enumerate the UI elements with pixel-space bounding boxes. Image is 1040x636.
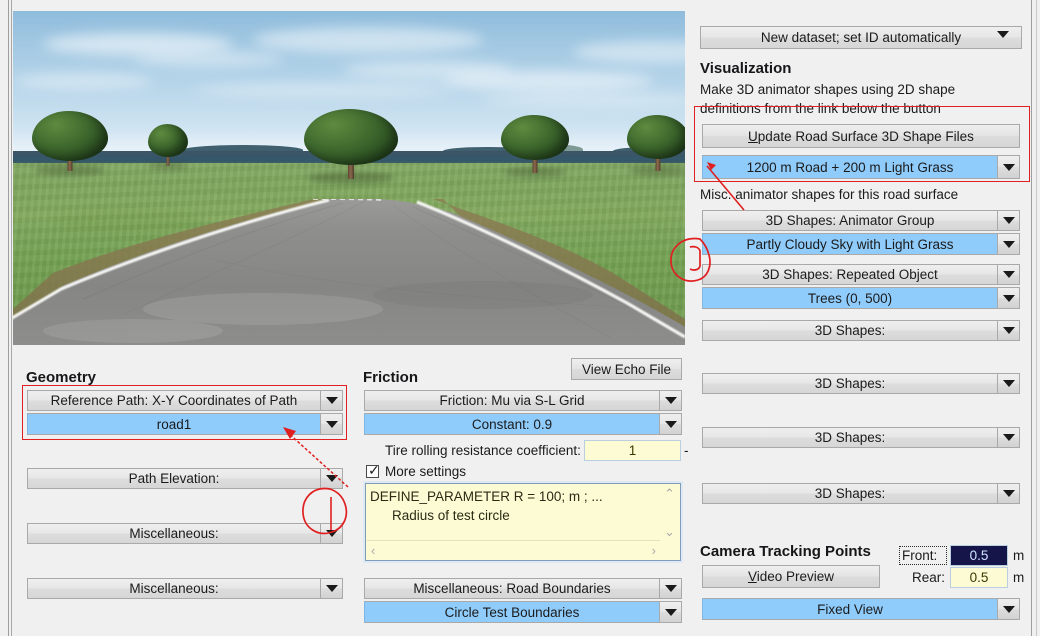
road-builder-window: New dataset; set ID automatically Visual… [0, 0, 1040, 636]
annotation-overlay [283, 162, 745, 535]
